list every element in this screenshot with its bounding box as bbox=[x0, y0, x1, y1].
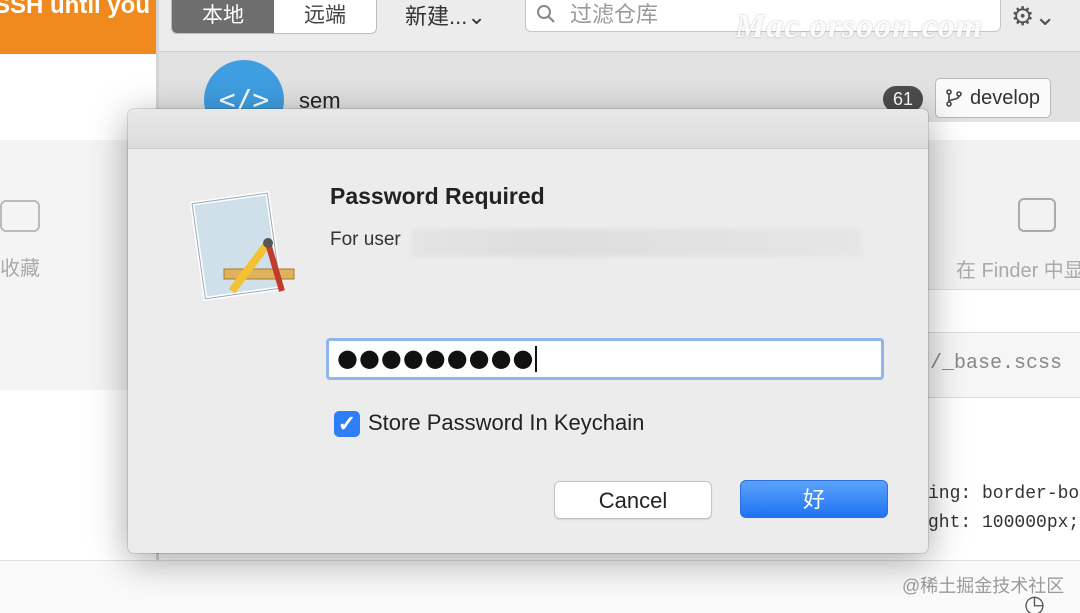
location-segmented-control: 本地 远端 bbox=[171, 0, 377, 34]
app-icon bbox=[189, 190, 295, 302]
gear-icon[interactable]: ⚙⌄ bbox=[1011, 2, 1056, 30]
file-tab-label: /_base.scss bbox=[930, 352, 1063, 375]
branch-icon bbox=[946, 89, 962, 107]
dialog-titlebar bbox=[128, 109, 928, 149]
tab-local[interactable]: 本地 bbox=[172, 0, 274, 33]
code-line: ing: border-bo bbox=[928, 484, 1080, 504]
cancel-button[interactable]: Cancel bbox=[554, 481, 712, 519]
branch-button[interactable]: develop bbox=[935, 78, 1051, 118]
left-panel-label: 收藏 bbox=[0, 258, 40, 280]
banner: SSH until you bbox=[0, 0, 156, 54]
collection-icon bbox=[0, 200, 40, 232]
finder-icon[interactable] bbox=[1018, 198, 1056, 232]
search-icon bbox=[537, 5, 555, 23]
toolbar: 本地 远端 新建...⌄ 过滤仓库 Mac.orsoon.com ⚙⌄ bbox=[159, 0, 1080, 52]
redacted-username bbox=[412, 229, 862, 257]
show-in-finder-label[interactable]: 在 Finder 中显 bbox=[956, 254, 1080, 283]
password-field[interactable]: ●●●●●●●●● bbox=[326, 338, 884, 380]
user-label: For user bbox=[330, 229, 401, 250]
code-preview: ing: border-bo ght: 100000px; bbox=[928, 480, 1079, 538]
new-menu-button[interactable]: 新建...⌄ bbox=[405, 2, 486, 32]
dialog-title: Password Required bbox=[330, 183, 545, 209]
text-caret bbox=[535, 346, 538, 372]
search-placeholder: 过滤仓库 bbox=[570, 2, 659, 27]
ok-button[interactable]: 好 bbox=[740, 480, 888, 518]
history-icon[interactable]: ◷ bbox=[1024, 590, 1045, 613]
store-password-checkbox[interactable]: ✓ bbox=[334, 411, 360, 437]
code-line: ght: 100000px; bbox=[928, 513, 1080, 533]
password-dialog: Password Required For user ●●●●●●●●● ✓ S… bbox=[128, 109, 928, 553]
tab-remote[interactable]: 远端 bbox=[274, 0, 376, 33]
branch-name: develop bbox=[970, 87, 1041, 109]
password-masked-value: ●●●●●●●●● bbox=[337, 344, 535, 372]
store-password-label[interactable]: Store Password In Keychain bbox=[368, 410, 644, 436]
watermark: Mac.orsoon.com bbox=[735, 8, 984, 45]
banner-text: SSH until you bbox=[0, 0, 150, 19]
